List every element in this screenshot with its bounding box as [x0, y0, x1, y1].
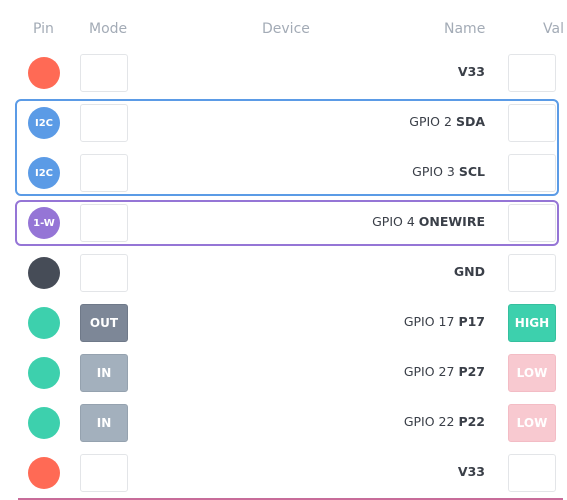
- pin-row: IN GPIO 27 P27 LOW: [0, 348, 567, 398]
- pin-indicator[interactable]: [28, 457, 60, 489]
- pin-row: I2C GPIO 3 SCL: [0, 148, 567, 198]
- pin-function: ONEWIRE: [418, 214, 485, 229]
- gpio-number: GPIO 27: [403, 364, 455, 379]
- pin-indicator[interactable]: [28, 57, 60, 89]
- mode-button[interactable]: [80, 204, 128, 242]
- pin-name: GPIO 17 P17: [404, 314, 485, 329]
- pin-row: I2C GPIO 2 SDA: [0, 98, 567, 148]
- pin-name: GND: [454, 264, 485, 279]
- value-toggle[interactable]: [508, 254, 556, 292]
- pin-function: V33: [457, 64, 485, 79]
- value-toggle[interactable]: [508, 154, 556, 192]
- pin-indicator[interactable]: [28, 407, 60, 439]
- pin-function: P27: [458, 364, 485, 379]
- value-toggle[interactable]: [508, 54, 556, 92]
- pin-indicator[interactable]: [28, 307, 60, 339]
- pin-function: P22: [458, 414, 485, 429]
- value-toggle[interactable]: LOW: [508, 354, 556, 392]
- pin-name: V33: [458, 64, 485, 79]
- pin-name: GPIO 4 ONEWIRE: [372, 214, 485, 229]
- pin-indicator[interactable]: I2C: [28, 107, 60, 139]
- header-device: Device: [262, 21, 310, 37]
- pin-row: GND: [0, 248, 567, 298]
- header-name: Name: [444, 21, 486, 37]
- mode-button[interactable]: [80, 54, 128, 92]
- pin-function: P17: [458, 314, 485, 329]
- mode-button[interactable]: [80, 454, 128, 492]
- pin-function: V33: [457, 464, 485, 479]
- pin-name: GPIO 27 P27: [404, 364, 485, 379]
- pin-indicator[interactable]: I2C: [28, 157, 60, 189]
- mode-button[interactable]: [80, 104, 128, 142]
- gpio-number: GPIO 22: [403, 414, 455, 429]
- gpio-number: GPIO 2: [409, 114, 452, 129]
- pin-function: SDA: [455, 114, 485, 129]
- mode-button[interactable]: IN: [80, 404, 128, 442]
- mode-button[interactable]: [80, 254, 128, 292]
- value-toggle[interactable]: LOW: [508, 404, 556, 442]
- pin-indicator[interactable]: 1-W: [28, 207, 60, 239]
- pin-row: V33: [0, 48, 567, 98]
- value-toggle[interactable]: HIGH: [508, 304, 556, 342]
- pin-name: V33: [458, 464, 485, 479]
- value-toggle[interactable]: [508, 104, 556, 142]
- pin-row: 1-W GPIO 4 ONEWIRE: [0, 198, 567, 248]
- header-value: Val: [543, 21, 564, 37]
- mode-button[interactable]: OUT: [80, 304, 128, 342]
- header-pin: Pin: [33, 21, 54, 37]
- pin-name: GPIO 22 P22: [404, 414, 485, 429]
- pin-indicator[interactable]: [28, 257, 60, 289]
- header-mode: Mode: [89, 21, 128, 37]
- mode-button[interactable]: [80, 154, 128, 192]
- pin-function: GND: [453, 264, 485, 279]
- mode-button[interactable]: IN: [80, 354, 128, 392]
- gpio-number: GPIO 4: [372, 214, 415, 229]
- pin-row: IN GPIO 22 P22 LOW: [0, 398, 567, 448]
- pin-function: SCL: [458, 164, 485, 179]
- gpio-number: GPIO 17: [403, 314, 455, 329]
- value-toggle[interactable]: [508, 204, 556, 242]
- pin-row: OUT GPIO 17 P17 HIGH: [0, 298, 567, 348]
- pin-row: V33: [0, 448, 567, 498]
- gpio-number: GPIO 3: [412, 164, 455, 179]
- pin-name: GPIO 3 SCL: [412, 164, 485, 179]
- pin-indicator[interactable]: [28, 357, 60, 389]
- value-toggle[interactable]: [508, 454, 556, 492]
- pin-name: GPIO 2 SDA: [409, 114, 485, 129]
